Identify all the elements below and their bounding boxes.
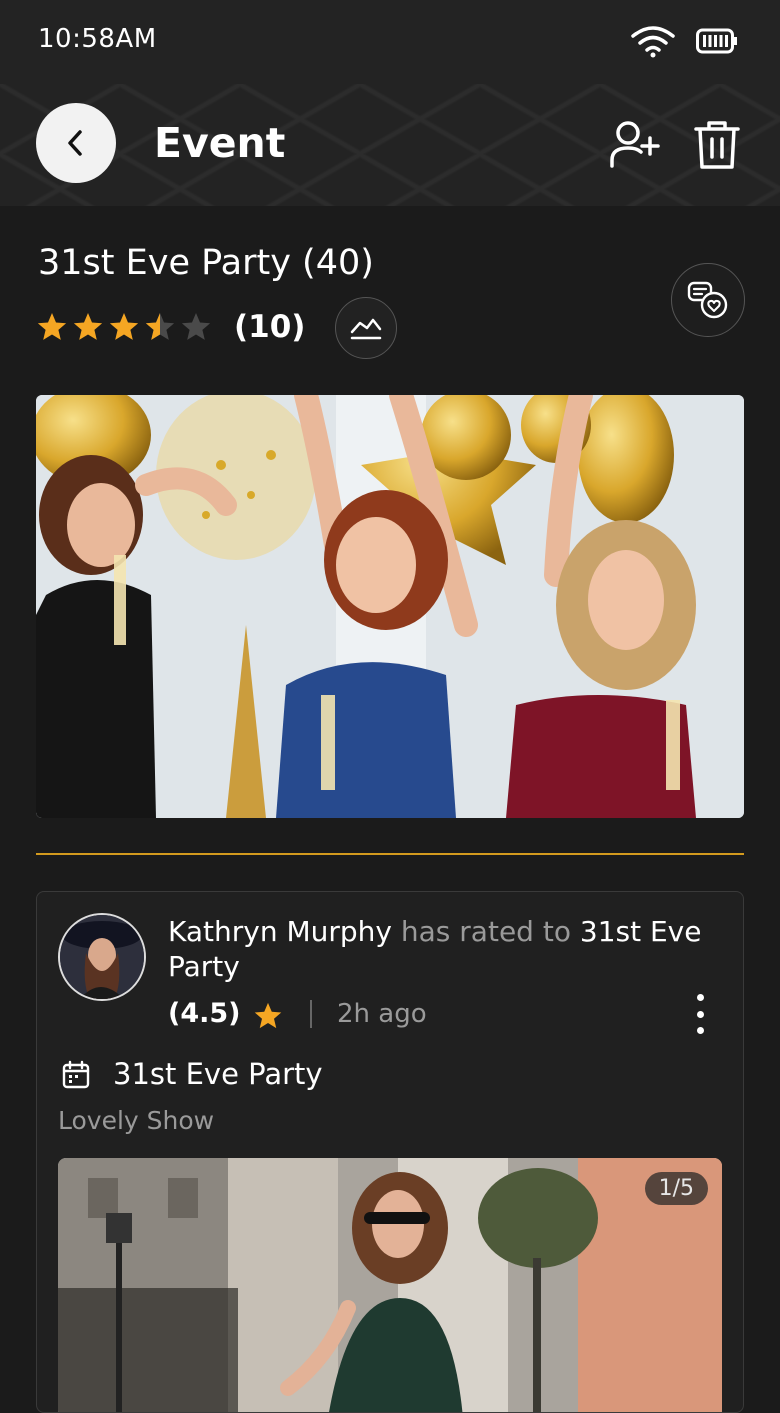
chat-button[interactable] — [671, 263, 745, 337]
user-avatar-illustration — [60, 915, 144, 999]
battery-icon — [696, 28, 737, 54]
review-card: Kathryn Murphy has rated to 31st Eve Par… — [36, 891, 744, 1413]
review-photo-illustration — [58, 1158, 722, 1412]
review-score: (4.5) — [168, 998, 241, 1029]
event-title: 31st Eve Party (40) — [38, 243, 374, 283]
star-filled-icon — [254, 1002, 282, 1029]
page-title: Event — [154, 119, 286, 167]
chevron-left-icon — [68, 130, 82, 156]
review-action-text: has rated to — [400, 915, 571, 948]
section-divider — [36, 853, 744, 855]
star-filled-icon — [37, 313, 67, 340]
trend-chart-icon — [350, 318, 382, 340]
trash-icon[interactable] — [692, 118, 742, 172]
status-time: 10:58AM — [38, 24, 157, 54]
star-half-icon — [145, 313, 175, 340]
star-filled-icon — [109, 313, 139, 340]
calendar-icon — [62, 1060, 90, 1089]
status-bar: 10:58AM — [0, 0, 780, 84]
reviewer-name[interactable]: Kathryn Murphy — [168, 915, 392, 948]
star-filled-icon — [73, 313, 103, 340]
avatar[interactable] — [58, 913, 146, 1001]
review-time: 2h ago — [337, 999, 427, 1029]
review-event-name[interactable]: 31st Eve Party — [113, 1057, 323, 1091]
rating-count: (10) — [234, 309, 306, 345]
star-empty-icon — [181, 313, 211, 340]
event-photo[interactable] — [36, 395, 744, 818]
add-user-icon[interactable] — [608, 118, 662, 172]
separator — [310, 1000, 312, 1028]
more-options-icon[interactable] — [691, 994, 709, 1034]
back-button[interactable] — [36, 103, 116, 183]
photo-counter: 1/5 — [644, 1172, 708, 1205]
app-bar — [0, 84, 780, 206]
review-comment: Lovely Show — [58, 1106, 215, 1135]
party-photo-illustration — [36, 395, 744, 818]
rating-trend-button[interactable] — [335, 297, 397, 359]
review-photo[interactable]: 1/5 — [58, 1158, 722, 1412]
review-description: Kathryn Murphy has rated to 31st Eve Par… — [168, 914, 708, 984]
wifi-icon — [631, 26, 675, 58]
chat-heart-icon — [687, 281, 728, 319]
star-rating — [36, 311, 212, 345]
